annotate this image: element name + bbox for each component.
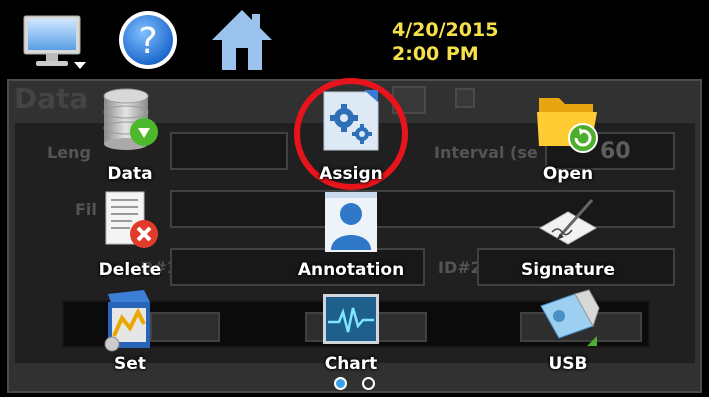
menu-item-signature[interactable]: Signature	[493, 190, 643, 285]
menu-item-assign[interactable]: Assign	[276, 88, 426, 188]
menu-item-label: Annotation	[297, 260, 405, 280]
time-text: 2:00 PM	[392, 43, 479, 65]
menu-item-label: Assign	[319, 164, 383, 184]
usb-drive-icon	[535, 288, 601, 352]
menu-item-label: Data	[107, 164, 153, 184]
person-annotation-icon	[321, 190, 381, 254]
menu-item-label: Delete	[98, 260, 162, 280]
menu-item-label: USB	[548, 354, 588, 374]
delete-document-icon	[100, 190, 160, 254]
menu-item-annotation[interactable]: Annotation	[276, 190, 426, 285]
chart-icon	[321, 292, 381, 348]
menu-item-usb[interactable]: USB	[493, 288, 643, 378]
menu-item-chart[interactable]: Chart	[276, 292, 426, 374]
menu-item-set[interactable]: Set	[55, 288, 205, 378]
date-time-display: 4/20/2015 2:00 PM	[392, 18, 498, 66]
svg-text:?: ?	[138, 21, 157, 62]
top-bar: ? 4/20/2015 2:00 PM	[0, 0, 709, 78]
menu-item-open[interactable]: Open	[493, 88, 643, 188]
monitor-dropdown-icon[interactable]	[22, 14, 90, 72]
gears-icon	[320, 88, 380, 152]
folder-open-icon	[535, 88, 601, 153]
page-dot-2[interactable]	[362, 377, 375, 390]
menu-item-label: Signature	[521, 260, 615, 280]
signature-icon	[538, 190, 598, 254]
date-text: 4/20/2015	[392, 19, 499, 41]
set-box-icon	[100, 288, 160, 352]
menu-item-label: Open	[542, 164, 594, 184]
page-dot-1[interactable]	[334, 377, 347, 390]
help-icon[interactable]: ?	[117, 9, 179, 71]
menu-item-data[interactable]: Data	[55, 88, 205, 188]
database-icon	[100, 88, 160, 152]
menu-item-label: Chart	[324, 354, 378, 374]
menu-item-delete[interactable]: Delete	[55, 190, 205, 285]
home-icon[interactable]	[210, 6, 274, 72]
menu-item-label: Set	[114, 354, 146, 374]
